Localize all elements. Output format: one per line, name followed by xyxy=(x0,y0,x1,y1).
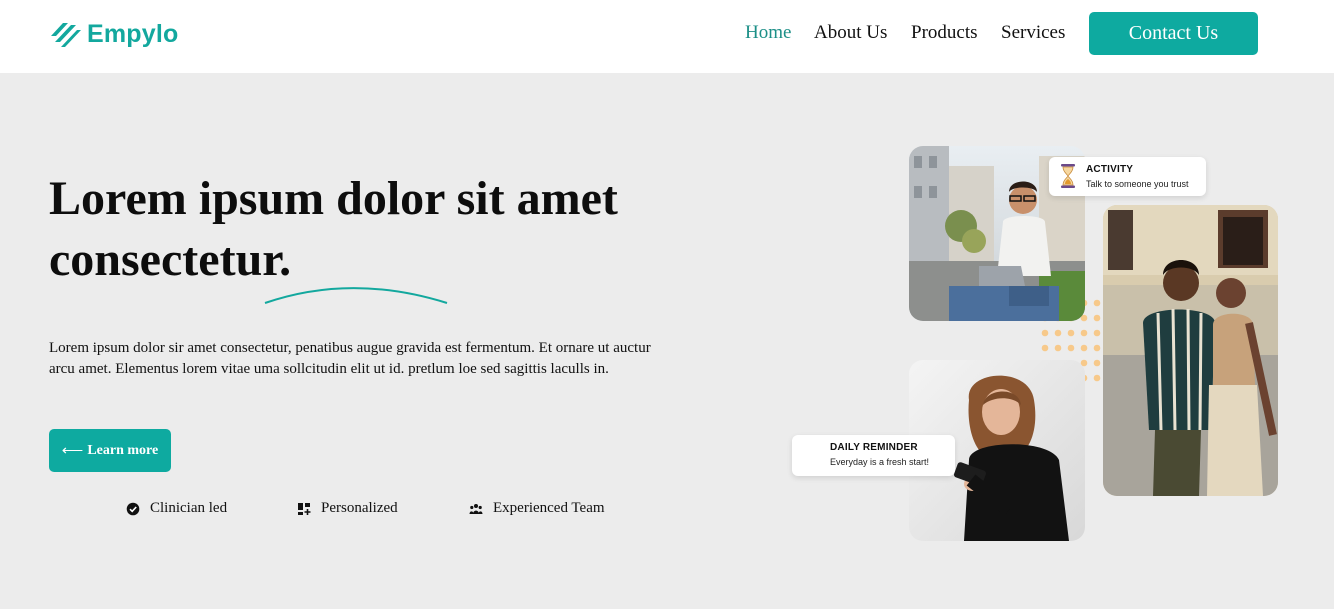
slanted-stripes-icon xyxy=(51,23,81,47)
activity-card: ACTIVITY Talk to someone you trust xyxy=(1049,157,1206,196)
hero-title: Lorem ipsum dolor sit amet consectetur. xyxy=(49,168,669,290)
daily-reminder-card: DAILY REMINDER Everyday is a fresh start… xyxy=(792,435,955,476)
hero-description: Lorem ipsum dolor sir amet consectetur, … xyxy=(49,340,651,377)
arrow-left-icon: ⟵ xyxy=(61,443,84,459)
title-underline-swoosh xyxy=(264,287,448,304)
feature-experienced-team: Experienced Team xyxy=(469,500,605,517)
feature-label: Clinician led xyxy=(150,500,228,516)
learn-more-label: Learn more xyxy=(87,442,159,458)
nav-about-us[interactable]: About Us xyxy=(814,22,887,44)
hourglass-icon xyxy=(1061,164,1075,188)
site-header: Empylo Home About Us Products Services C… xyxy=(0,0,1334,73)
feature-label: Experienced Team xyxy=(493,500,605,516)
brand-name: Empylo xyxy=(87,19,179,48)
brand-logo[interactable]: Empylo xyxy=(49,18,179,50)
learn-more-button[interactable]: ⟵ Learn more xyxy=(49,429,171,472)
verified-badge-icon xyxy=(126,502,140,515)
photo-friends-laughing xyxy=(1103,205,1278,496)
nav-products[interactable]: Products xyxy=(911,22,978,44)
team-group-icon xyxy=(469,503,483,514)
contact-us-button[interactable]: Contact Us xyxy=(1089,12,1258,55)
nav-services[interactable]: Services xyxy=(1001,22,1065,44)
activity-card-title: ACTIVITY xyxy=(1086,164,1134,175)
nav-home[interactable]: Home xyxy=(745,22,791,44)
daily-reminder-subtitle: Everyday is a fresh start! xyxy=(830,457,930,467)
feature-clinician-led: Clinician led xyxy=(126,500,227,517)
activity-card-subtitle: Talk to someone you trust xyxy=(1086,179,1189,189)
hero-title-line-2: consectetur. xyxy=(49,233,292,286)
dashboard-grid-icon xyxy=(298,502,311,515)
daily-reminder-title: DAILY REMINDER xyxy=(830,442,918,453)
feature-personalized: Personalized xyxy=(297,500,398,517)
hero-title-line-1: Lorem ipsum dolor sit amet xyxy=(49,172,618,225)
feature-label: Personalized xyxy=(321,500,398,516)
